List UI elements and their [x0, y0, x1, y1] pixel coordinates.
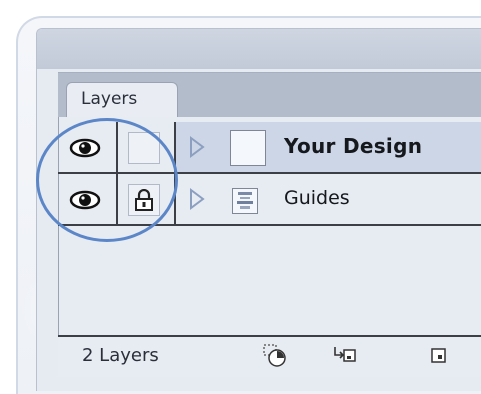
expand-arrow-icon[interactable]	[188, 188, 206, 210]
visibility-toggle[interactable]	[66, 182, 104, 218]
visibility-toggle[interactable]	[66, 130, 104, 166]
expand-arrow-icon[interactable]	[188, 136, 206, 158]
layer-row-your-design[interactable]: Your Design	[58, 122, 481, 174]
layer-count: 2 Layers	[82, 345, 159, 366]
eye-icon	[69, 138, 101, 158]
lock-toggle-empty[interactable]	[128, 132, 160, 164]
tab-layers-label: Layers	[81, 89, 138, 109]
eye-icon	[69, 190, 101, 210]
column-divider	[116, 122, 118, 172]
tab-layers[interactable]: Layers	[66, 82, 178, 118]
layer-name[interactable]: Guides	[284, 187, 350, 209]
lock-icon	[135, 189, 153, 211]
blank-thumbnail-icon	[230, 130, 266, 166]
guides-thumbnail-icon	[232, 188, 258, 214]
layer-name[interactable]: Your Design	[284, 134, 422, 158]
new-sublayer-icon[interactable]	[426, 342, 452, 368]
make-clipping-mask-icon[interactable]	[332, 342, 358, 368]
column-divider	[116, 174, 118, 224]
lock-toggle[interactable]	[128, 184, 160, 216]
layer-row-guides[interactable]: Guides	[58, 174, 481, 226]
locate-object-icon[interactable]	[262, 342, 288, 368]
panel-title-bar[interactable]	[37, 29, 481, 69]
